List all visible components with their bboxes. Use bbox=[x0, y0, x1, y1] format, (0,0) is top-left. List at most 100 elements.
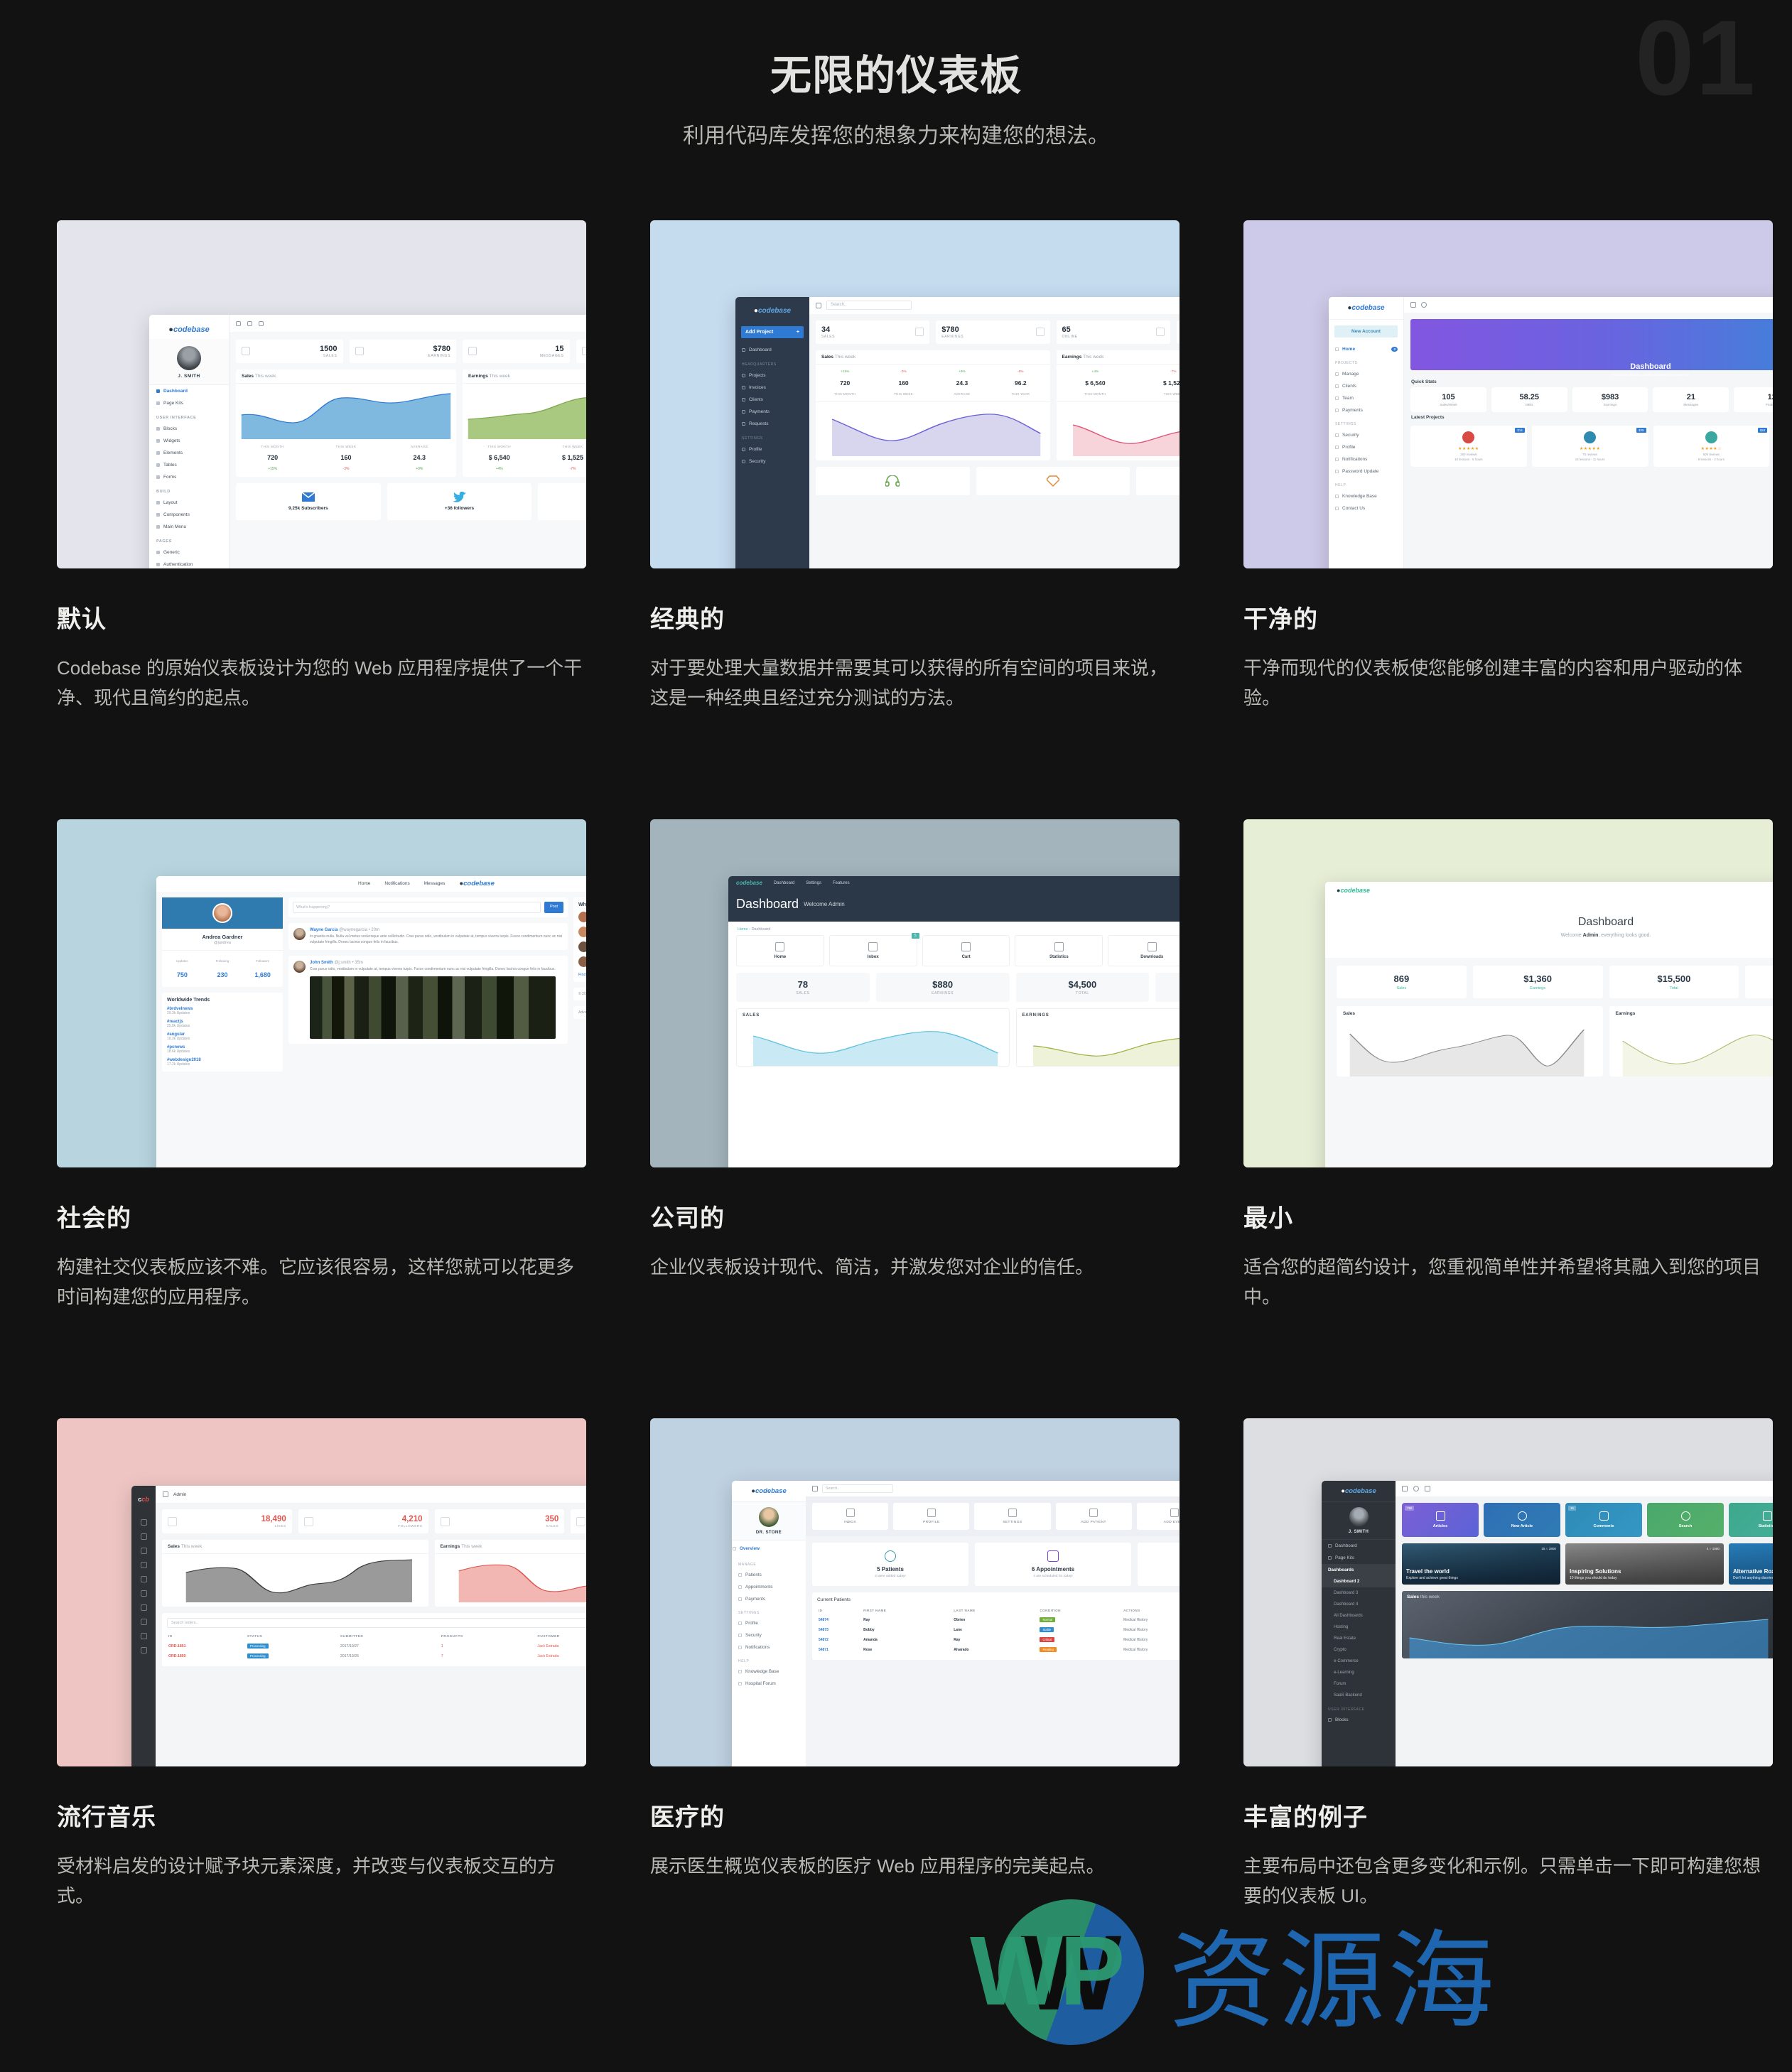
sidebar-item[interactable]: Generic bbox=[149, 546, 229, 559]
sidebar-item[interactable]: Manage bbox=[1329, 368, 1403, 380]
dashboard-card-default[interactable]: ●codebase J. SMITH Dashboard Page Kits U… bbox=[57, 220, 586, 713]
sidebar-item[interactable]: Authentication bbox=[149, 559, 229, 568]
tile-articles[interactable]: 750 Articles bbox=[1402, 1503, 1479, 1538]
sidebar-subitem[interactable]: Dashboard 2 bbox=[1322, 1576, 1396, 1588]
feature-card[interactable]: Alternative Road Don't let anything diso… bbox=[1729, 1543, 1773, 1585]
preview-thumbnail-pop[interactable]: ccb Admin 18,490 LIKES 4,210 FOLLOWERS 3… bbox=[57, 1418, 586, 1767]
sidebar-item[interactable]: Notifications bbox=[1329, 453, 1403, 465]
sidebar-item[interactable]: Forms bbox=[149, 471, 229, 483]
post-button[interactable]: Post bbox=[544, 901, 563, 913]
wrench-icon[interactable] bbox=[1425, 1486, 1430, 1492]
feature-card[interactable]: 4 ○ 1580 Inspiring Solutions 10 things y… bbox=[1565, 1543, 1724, 1585]
flag-icon[interactable] bbox=[140, 1633, 147, 1640]
search-input[interactable]: Search.. bbox=[826, 301, 912, 311]
sidebar-item[interactable]: Widgets bbox=[149, 435, 229, 447]
dashboard-card-medical[interactable]: ●codebase DR. STONE Overview MANAGE Pati… bbox=[650, 1418, 1180, 1911]
medical-history-link[interactable]: Medical History bbox=[1122, 1645, 1180, 1655]
sidebar-subitem[interactable]: All Dashboards bbox=[1322, 1610, 1396, 1622]
home-icon[interactable] bbox=[140, 1533, 147, 1540]
project-card[interactable]: $24 ★★★★☆ 505 reviews 8 lessons - 3 hours bbox=[1653, 425, 1770, 467]
action-inbox[interactable]: INBOX bbox=[812, 1503, 889, 1531]
sidebar-subitem[interactable]: SaaS Backend bbox=[1322, 1690, 1396, 1701]
search-icon[interactable] bbox=[1421, 301, 1427, 308]
tile-comments[interactable]: 16 Comments bbox=[1565, 1503, 1642, 1538]
location-icon[interactable] bbox=[140, 1590, 147, 1597]
sidebar-subitem[interactable]: Forum bbox=[1322, 1678, 1396, 1690]
sidebar-subitem[interactable]: Real Estate bbox=[1322, 1633, 1396, 1644]
sidebar-item[interactable]: Profile bbox=[735, 443, 809, 455]
sidebar-item[interactable]: Blocks bbox=[1322, 1714, 1396, 1726]
sidebar-item[interactable]: Notifications bbox=[732, 1641, 806, 1653]
sidebar-subitem[interactable]: e-Learning bbox=[1322, 1667, 1396, 1678]
action-profile[interactable]: PROFILE bbox=[893, 1503, 970, 1531]
preview-thumbnail-company[interactable]: codebase Dashboard Settings Features Sea… bbox=[650, 819, 1180, 1167]
medical-history-link[interactable]: Medical History bbox=[1122, 1615, 1180, 1625]
sidebar-item[interactable]: Contact Us bbox=[1329, 502, 1403, 514]
power-icon[interactable] bbox=[140, 1647, 147, 1654]
sidebar-item-dashboard[interactable]: Dashboard bbox=[149, 385, 229, 397]
add-project-button[interactable]: Add Project + bbox=[741, 325, 804, 338]
sidebar-item[interactable]: Security bbox=[732, 1629, 806, 1641]
menu-icon[interactable] bbox=[1402, 1486, 1408, 1492]
sidebar-item[interactable]: Knowledge Base bbox=[732, 1666, 806, 1678]
menu-icon[interactable] bbox=[236, 320, 241, 326]
nav-messages[interactable]: Messages bbox=[424, 881, 446, 886]
sidebar-item[interactable]: Password Update bbox=[1329, 465, 1403, 477]
nav-notifications[interactable]: Notifications bbox=[384, 881, 409, 886]
sidebar-item[interactable]: Knowledge Base bbox=[1329, 490, 1403, 502]
preview-thumbnail-default[interactable]: ●codebase J. SMITH Dashboard Page Kits U… bbox=[57, 220, 586, 568]
sidebar-item[interactable]: Tables bbox=[149, 459, 229, 471]
menu-icon[interactable] bbox=[812, 1486, 818, 1492]
find-people-link[interactable]: Find people you know bbox=[578, 973, 586, 977]
tile-downloads[interactable]: 3Downloads bbox=[1108, 934, 1180, 966]
sidebar-item[interactable]: Elements bbox=[149, 447, 229, 459]
sidebar-item[interactable]: Profile bbox=[1329, 441, 1403, 453]
sidebar-subitem[interactable]: e-Commerce bbox=[1322, 1656, 1396, 1667]
sidebar-subitem[interactable]: Dashboard 3 bbox=[1322, 1587, 1396, 1599]
advertise-link[interactable]: Advertise with Us bbox=[573, 1005, 586, 1019]
sidebar-item[interactable]: Payments bbox=[1329, 404, 1403, 416]
sidebar-item[interactable]: Payments bbox=[735, 406, 809, 418]
sidebar-item[interactable]: Invoices bbox=[735, 382, 809, 394]
tile-search[interactable]: Search bbox=[1647, 1503, 1724, 1538]
sidebar-item[interactable]: Payments bbox=[732, 1593, 806, 1605]
orders-search-input[interactable]: Search orders.. bbox=[167, 1618, 586, 1629]
sidebar-item-dashboards[interactable]: Dashboards bbox=[1322, 1564, 1396, 1577]
dashboard-icon[interactable] bbox=[140, 1519, 147, 1526]
action-add-patient[interactable]: ADD PATIENT bbox=[1055, 1503, 1132, 1531]
dashboard-card-rich[interactable]: ●codebase J. SMITH Dashboard Page Kits D… bbox=[1243, 1418, 1773, 1911]
dashboard-card-minimal[interactable]: ●codebase Menu Dashboard Welcome Admin, … bbox=[1243, 819, 1773, 1312]
sidebar-item[interactable]: Requests bbox=[735, 418, 809, 430]
preview-thumbnail-classic[interactable]: ●codebase Add Project + Dashboard HEADQUA… bbox=[650, 220, 1180, 568]
feature-card[interactable]: 15 ○ 3800 Travel the world Explore and a… bbox=[1402, 1543, 1560, 1585]
preview-thumbnail-medical[interactable]: ●codebase DR. STONE Overview MANAGE Pati… bbox=[650, 1418, 1180, 1767]
wrench-icon[interactable] bbox=[259, 320, 264, 326]
tile-inbox[interactable]: 5 Inbox bbox=[828, 932, 919, 966]
sidebar-subitem[interactable]: Hosting bbox=[1322, 1622, 1396, 1633]
project-card[interactable]: $14 ★★★★★ 250 reviews 10 lessons - 5 hours bbox=[1410, 425, 1527, 467]
sidebar-item[interactable]: Profile bbox=[732, 1617, 806, 1629]
search-input[interactable]: Search.. bbox=[822, 1484, 893, 1494]
search-icon[interactable] bbox=[1413, 1486, 1419, 1492]
action-add-event[interactable]: ADD EVENT bbox=[1136, 1503, 1180, 1531]
nav-dashboard[interactable]: Dashboard bbox=[774, 881, 794, 885]
sidebar-item[interactable]: Components bbox=[149, 509, 229, 521]
sidebar-item[interactable]: Team bbox=[1329, 392, 1403, 404]
sidebar-item-page-kits[interactable]: Page Kits bbox=[1322, 1552, 1396, 1564]
sidebar-item-home[interactable]: Home 0 bbox=[1329, 343, 1403, 355]
tile-home[interactable]: Home bbox=[736, 934, 824, 966]
sidebar-item-dashboard[interactable]: Dashboard bbox=[1322, 1540, 1396, 1552]
preview-thumbnail-clean[interactable]: ●codebase New Account Home 0 PROJECTS Man… bbox=[1243, 220, 1773, 568]
user-icon[interactable] bbox=[140, 1604, 147, 1612]
preview-thumbnail-social[interactable]: Home Notifications Messages ●codebase Co… bbox=[57, 819, 586, 1167]
nav-settings[interactable]: Settings bbox=[806, 881, 821, 885]
sidebar-item[interactable]: Appointments bbox=[732, 1581, 806, 1593]
sidebar-item-dashboard[interactable]: Dashboard bbox=[735, 344, 809, 356]
sidebar-item[interactable]: Layout bbox=[149, 497, 229, 509]
sidebar-item[interactable]: Hospital Forum bbox=[732, 1678, 806, 1690]
bag-icon[interactable] bbox=[140, 1576, 147, 1583]
sidebar-item[interactable]: Blocks bbox=[149, 423, 229, 435]
sidebar-item[interactable]: Security bbox=[735, 455, 809, 468]
topbar-user[interactable]: Admin bbox=[173, 1492, 186, 1497]
menu-icon[interactable] bbox=[163, 1491, 168, 1498]
